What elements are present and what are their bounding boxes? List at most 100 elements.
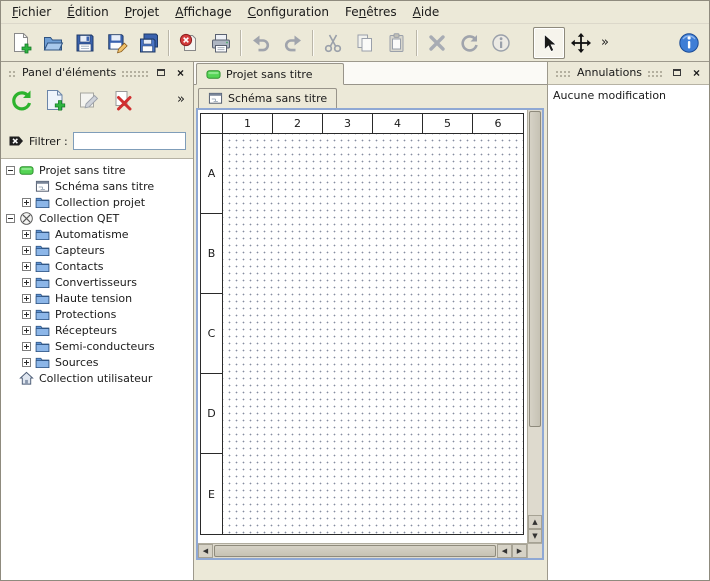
tree-item-automatisme[interactable]: Automatisme: [1, 226, 193, 242]
paste-button[interactable]: [381, 27, 413, 59]
save-as-icon: [106, 32, 128, 54]
pan-mode-button[interactable]: [565, 27, 597, 59]
diagram-grid[interactable]: [223, 134, 523, 534]
undo-button[interactable]: [245, 27, 277, 59]
tree-item-haute-tension[interactable]: Haute tension: [1, 290, 193, 306]
undo-list[interactable]: Aucune modification: [548, 84, 709, 580]
expand-toggle[interactable]: [22, 230, 31, 239]
horizontal-scrollbar[interactable]: ◀ ◀ ▶: [198, 543, 527, 558]
edit-element-button[interactable]: [74, 85, 103, 114]
delete-selection-button[interactable]: [421, 27, 453, 59]
elements-tree[interactable]: Projet sans titreSchéma sans titreCollec…: [1, 158, 193, 580]
filter-row: Filtrer :: [1, 130, 193, 152]
save-all-button[interactable]: [133, 27, 165, 59]
row-header: C: [201, 294, 223, 374]
move-cross-icon: [570, 32, 592, 54]
close-panel-button[interactable]: ×: [689, 66, 704, 80]
folder-icon: [35, 259, 50, 274]
menu-item-edition[interactable]: Édition: [59, 2, 117, 22]
tree-item-collection-utilisateur[interactable]: Collection utilisateur: [1, 370, 193, 386]
tree-item-schema-sans-titre[interactable]: Schéma sans titre: [1, 178, 193, 194]
open-project-button[interactable]: [37, 27, 69, 59]
toolbar-separator: [312, 30, 314, 56]
expand-toggle[interactable]: [22, 262, 31, 271]
tree-item-protections[interactable]: Protections: [1, 306, 193, 322]
tree-item-recepteurs[interactable]: Récepteurs: [1, 322, 193, 338]
tab-projet-sans-titre[interactable]: Projet sans titre: [196, 63, 344, 85]
cut-button[interactable]: [317, 27, 349, 59]
cut-icon: [322, 32, 344, 54]
expand-toggle[interactable]: [22, 326, 31, 335]
about-qet-button[interactable]: [673, 27, 705, 59]
expand-toggle[interactable]: [6, 166, 15, 175]
folder-icon: [35, 355, 50, 370]
float-panel-button[interactable]: [669, 66, 684, 80]
elements-panel-titlebar[interactable]: Panel d'éléments ×: [3, 64, 191, 81]
left-arrow-icon: ◀: [203, 547, 208, 555]
horizontal-scrollbar-thumb[interactable]: [214, 545, 496, 557]
scroll-down-button[interactable]: ▼: [528, 529, 542, 543]
tree-item-convertisseurs[interactable]: Convertisseurs: [1, 274, 193, 290]
print-button[interactable]: [205, 27, 237, 59]
save-as-button[interactable]: [101, 27, 133, 59]
tree-item-capteurs[interactable]: Capteurs: [1, 242, 193, 258]
conductor-info-button[interactable]: [485, 27, 517, 59]
dock-grip: [121, 69, 148, 77]
menu-item-configuration[interactable]: Configuration: [240, 2, 337, 22]
scroll-up-button[interactable]: ▲: [528, 515, 542, 529]
toolbar-separator: [168, 30, 170, 56]
rotate-selection-button[interactable]: [453, 27, 485, 59]
tab-schema-sans-titre[interactable]: Schéma sans titre: [198, 88, 337, 109]
expand-toggle[interactable]: [22, 246, 31, 255]
tree-item-collection-projet[interactable]: Collection projet: [1, 194, 193, 210]
redo-button[interactable]: [277, 27, 309, 59]
expand-toggle[interactable]: [22, 310, 31, 319]
copy-button[interactable]: [349, 27, 381, 59]
vertical-scrollbar[interactable]: ▲ ▼: [527, 110, 542, 543]
close-panel-button[interactable]: ×: [173, 66, 188, 80]
expand-toggle[interactable]: [22, 342, 31, 351]
expand-toggle[interactable]: [6, 214, 15, 223]
tree-item-label: Capteurs: [55, 244, 105, 257]
tree-item-sources[interactable]: Sources: [1, 354, 193, 370]
expand-toggle[interactable]: [22, 358, 31, 367]
rotate-icon: [458, 32, 480, 54]
scroll-left-button-secondary[interactable]: ◀: [497, 544, 512, 558]
delete-element-button[interactable]: [108, 85, 137, 114]
filter-clear-icon[interactable]: [8, 133, 24, 149]
save-button[interactable]: [69, 27, 101, 59]
menu-item-fichier[interactable]: Fichier: [4, 2, 59, 22]
toolbar-overflow-button[interactable]: »: [597, 27, 613, 59]
toolbar-separator: [416, 30, 418, 56]
cursor-arrow-icon: [538, 32, 560, 54]
new-project-button[interactable]: [5, 27, 37, 59]
filter-input[interactable]: [73, 132, 186, 150]
close-file-button[interactable]: [173, 27, 205, 59]
tree-item-collection-qet[interactable]: Collection QET: [1, 210, 193, 226]
tree-item-label: Haute tension: [55, 292, 132, 305]
float-panel-button[interactable]: [153, 66, 168, 80]
diagram-canvas[interactable]: 123456 ABCDE: [198, 110, 527, 543]
expand-toggle[interactable]: [22, 294, 31, 303]
menu-item-projet[interactable]: Projet: [117, 2, 167, 22]
menu-item-aide[interactable]: Aide: [405, 2, 448, 22]
diagram-corner-cell: [201, 114, 223, 134]
reload-collections-button[interactable]: [6, 85, 35, 114]
tree-item-contacts[interactable]: Contacts: [1, 258, 193, 274]
tree-item-projet-sans-titre[interactable]: Projet sans titre: [1, 162, 193, 178]
scroll-right-button[interactable]: ▶: [512, 544, 527, 558]
elements-toolbar-overflow-button[interactable]: »: [174, 92, 188, 107]
tree-item-semi-conducteurs[interactable]: Semi-conducteurs: [1, 338, 193, 354]
new-element-button[interactable]: [40, 85, 69, 114]
menu-item-fenetres[interactable]: Fenêtres: [337, 2, 405, 22]
menu-item-affichage[interactable]: Affichage: [167, 2, 239, 22]
selection-mode-button[interactable]: [533, 27, 565, 59]
undo-panel-dock: Annulations × Aucune modification: [547, 62, 709, 580]
scroll-left-button[interactable]: ◀: [198, 544, 213, 558]
dock-grip: [8, 69, 17, 77]
main-area: Panel d'éléments × » Filtrer : Projet sa…: [1, 62, 709, 580]
expand-toggle[interactable]: [22, 278, 31, 287]
undo-panel-titlebar[interactable]: Annulations ×: [550, 64, 707, 81]
vertical-scrollbar-thumb[interactable]: [529, 111, 541, 427]
expand-toggle[interactable]: [22, 198, 31, 207]
